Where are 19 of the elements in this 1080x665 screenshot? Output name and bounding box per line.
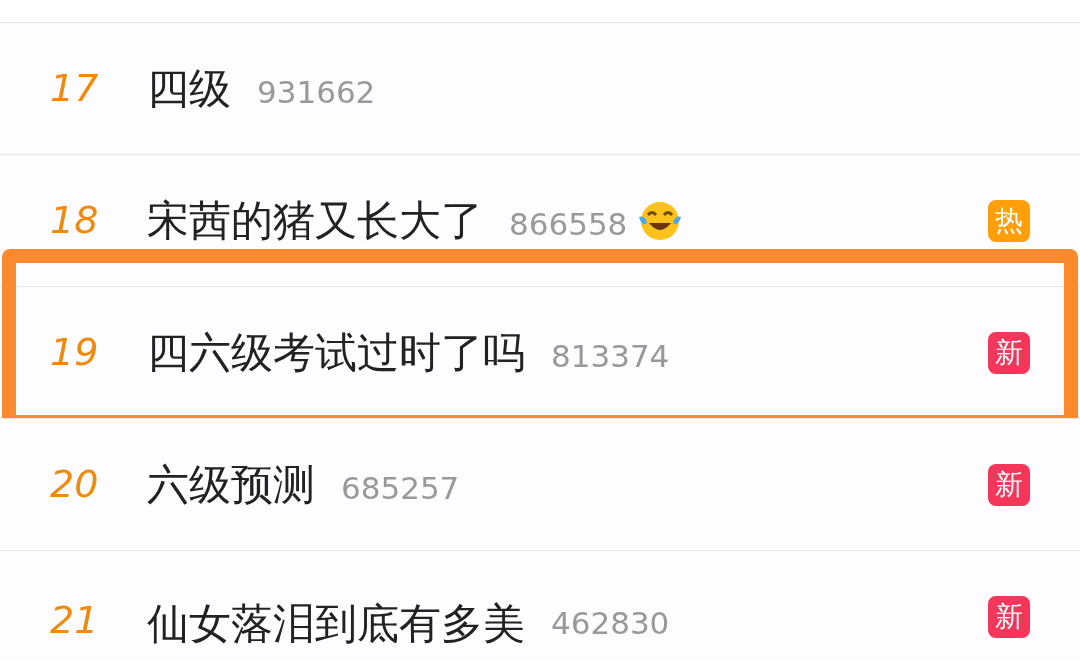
topic-title[interactable]: 四六级考试过时了吗 — [147, 321, 525, 384]
rank-number: 21 — [49, 597, 100, 644]
rank-number: 18 — [49, 197, 100, 244]
topic-title[interactable]: 仙女落泪到底有多美 — [147, 592, 525, 655]
new-badge: 新 — [988, 332, 1030, 374]
rank-number: 17 — [49, 65, 100, 112]
heat-count: 685257 — [341, 469, 460, 509]
topic-title[interactable]: 宋茜的猪又长大了 — [147, 189, 483, 252]
heat-count: 813374 — [551, 337, 670, 377]
heat-count: 931662 — [257, 73, 376, 113]
new-badge: 新 — [988, 596, 1030, 638]
heat-count: 462830 — [551, 604, 670, 643]
topic-title[interactable]: 四级 — [147, 57, 231, 120]
rank-number: 19 — [49, 329, 100, 376]
hot-badge: 热 — [988, 200, 1030, 242]
heat-count: 866558 — [509, 205, 628, 245]
rank-number: 20 — [49, 461, 100, 508]
new-badge: 新 — [988, 464, 1030, 506]
topic-title[interactable]: 六级预测 — [147, 453, 315, 516]
